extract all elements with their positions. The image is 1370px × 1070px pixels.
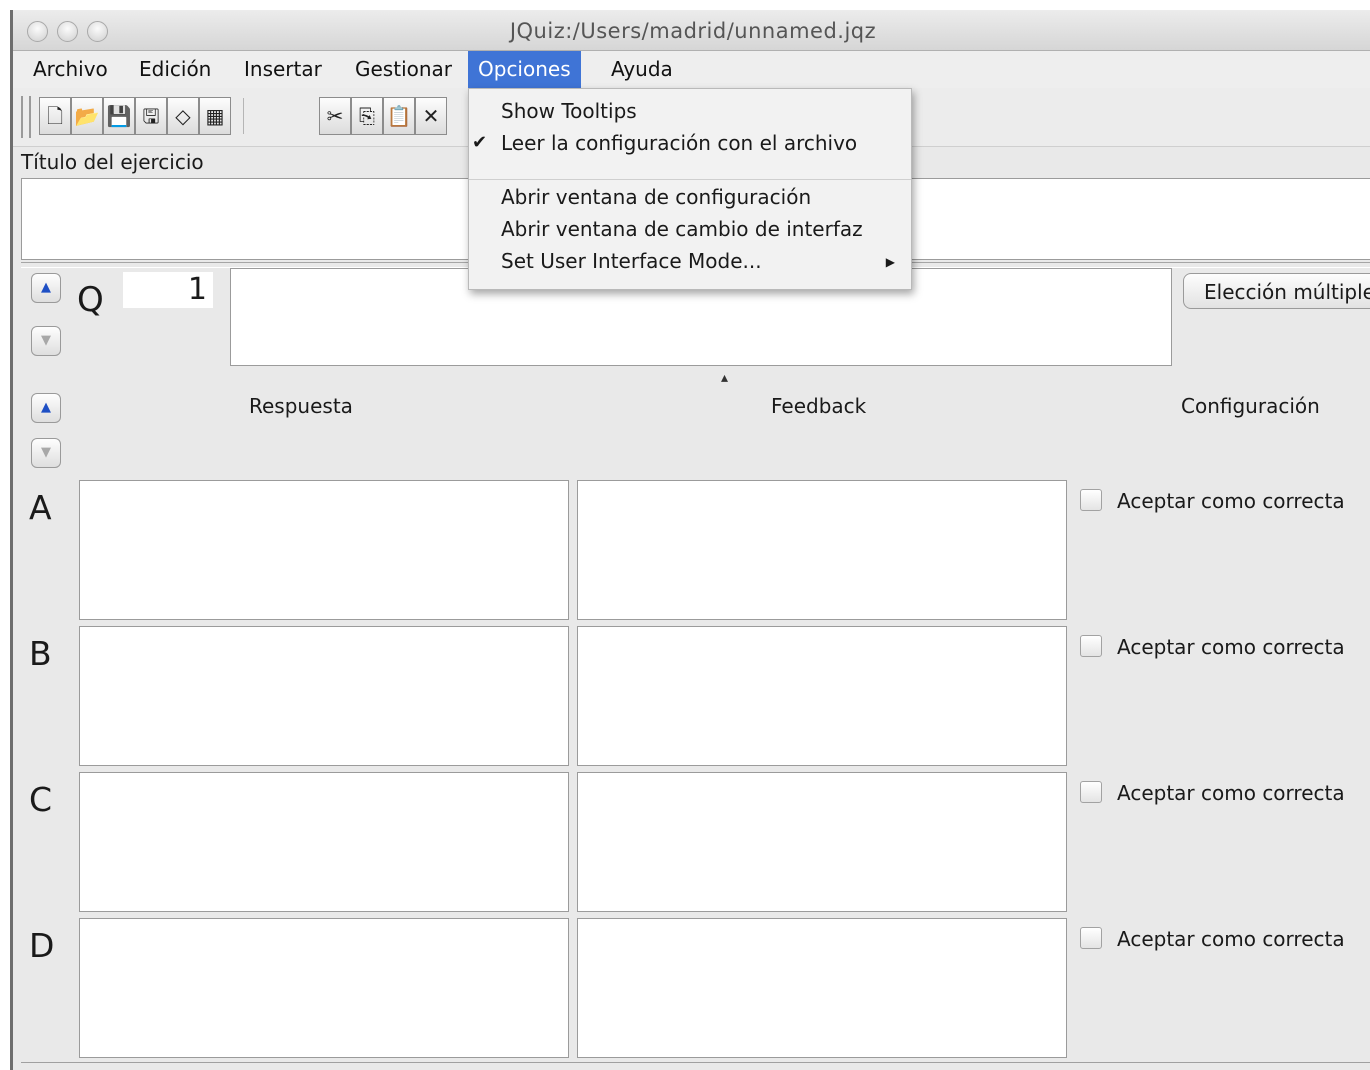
accept-correct-label[interactable]: Aceptar como correcta xyxy=(1117,927,1345,951)
web-export-icon[interactable]: ▦ xyxy=(199,97,231,135)
feedback-field[interactable] xyxy=(577,772,1067,912)
question-down-button[interactable]: ▼ xyxy=(31,326,61,356)
opciones-dropdown-menu: Show Tooltips ✔ Leer la configuración co… xyxy=(468,88,912,290)
paste-icon[interactable]: 📋 xyxy=(383,97,415,135)
accept-correct-label[interactable]: Aceptar como correcta xyxy=(1117,781,1345,805)
eraser-icon[interactable]: ◇ xyxy=(167,97,199,135)
column-header-feedback: Feedback xyxy=(771,394,867,418)
question-type-button[interactable]: Elección múltiple xyxy=(1183,273,1370,309)
save-icon[interactable]: 💾 xyxy=(103,97,135,135)
menu-ayuda[interactable]: Ayuda xyxy=(601,51,683,88)
menu-edicion[interactable]: Edición xyxy=(129,51,221,88)
app-window: JQuiz:/Users/madrid/unnamed.jqz Archivo … xyxy=(10,10,1370,1070)
copy-icon[interactable]: ⎘ xyxy=(351,97,383,135)
menu-item-abrir-cambio-interfaz[interactable]: Abrir ventana de cambio de interfaz xyxy=(501,217,863,241)
title-bar[interactable]: JQuiz:/Users/madrid/unnamed.jqz xyxy=(13,10,1370,51)
open-folder-icon[interactable]: 📂 xyxy=(71,97,103,135)
menu-item-leer-configuracion[interactable]: Leer la configuración con el archivo xyxy=(501,131,857,155)
question-number-field[interactable]: 1 xyxy=(123,272,213,308)
feedback-field[interactable] xyxy=(577,480,1067,620)
accept-correct-checkbox[interactable] xyxy=(1080,635,1102,657)
menu-archivo[interactable]: Archivo xyxy=(23,51,118,88)
bottom-border xyxy=(21,1062,1370,1063)
resize-handle-icon[interactable]: ▴ xyxy=(721,370,728,386)
accept-correct-label[interactable]: Aceptar como correcta xyxy=(1117,635,1345,659)
menu-item-set-ui-mode[interactable]: Set User Interface Mode... xyxy=(501,249,762,273)
answer-field[interactable] xyxy=(79,626,569,766)
accept-correct-checkbox[interactable] xyxy=(1080,927,1102,949)
accept-correct-checkbox[interactable] xyxy=(1080,489,1102,511)
toolbar-separator xyxy=(243,98,244,134)
save-as-icon[interactable]: 🖫 xyxy=(135,97,167,135)
answer-letter: D xyxy=(29,926,55,965)
toolbar-grip[interactable] xyxy=(21,96,31,138)
column-header-respuesta: Respuesta xyxy=(249,394,353,418)
menu-opciones[interactable]: Opciones xyxy=(468,51,581,88)
cut-icon[interactable]: ✂ xyxy=(319,97,351,135)
menu-separator xyxy=(469,179,911,180)
answer-field[interactable] xyxy=(79,918,569,1058)
column-header-configuracion: Configuración xyxy=(1181,394,1320,418)
answers-up-button[interactable]: ▲ xyxy=(31,393,61,423)
menu-bar: Archivo Edición Insertar Gestionar Opcio… xyxy=(13,51,1370,89)
menu-gestionar[interactable]: Gestionar xyxy=(345,51,462,88)
question-up-button[interactable]: ▲ xyxy=(31,273,61,303)
check-icon: ✔ xyxy=(472,132,488,153)
answer-letter: B xyxy=(29,634,52,673)
menu-item-abrir-configuracion[interactable]: Abrir ventana de configuración xyxy=(501,185,811,209)
answer-letter: C xyxy=(29,780,53,819)
answer-field[interactable] xyxy=(79,772,569,912)
feedback-field[interactable] xyxy=(577,918,1067,1058)
accept-correct-label[interactable]: Aceptar como correcta xyxy=(1117,489,1345,513)
answer-letter: A xyxy=(29,488,52,527)
new-file-icon[interactable]: 🗋 xyxy=(39,97,71,135)
menu-item-show-tooltips[interactable]: Show Tooltips xyxy=(501,99,637,123)
answer-field[interactable] xyxy=(79,480,569,620)
window-title: JQuiz:/Users/madrid/unnamed.jqz xyxy=(509,19,877,43)
answers-down-button[interactable]: ▼ xyxy=(31,438,61,468)
menu-insertar[interactable]: Insertar xyxy=(234,51,332,88)
accept-correct-checkbox[interactable] xyxy=(1080,781,1102,803)
question-label: Q xyxy=(77,280,104,320)
submenu-arrow-icon: ▶ xyxy=(885,255,895,269)
feedback-field[interactable] xyxy=(577,626,1067,766)
exercise-title-label: Título del ejercicio xyxy=(21,150,204,174)
delete-icon[interactable]: ✕ xyxy=(415,97,447,135)
